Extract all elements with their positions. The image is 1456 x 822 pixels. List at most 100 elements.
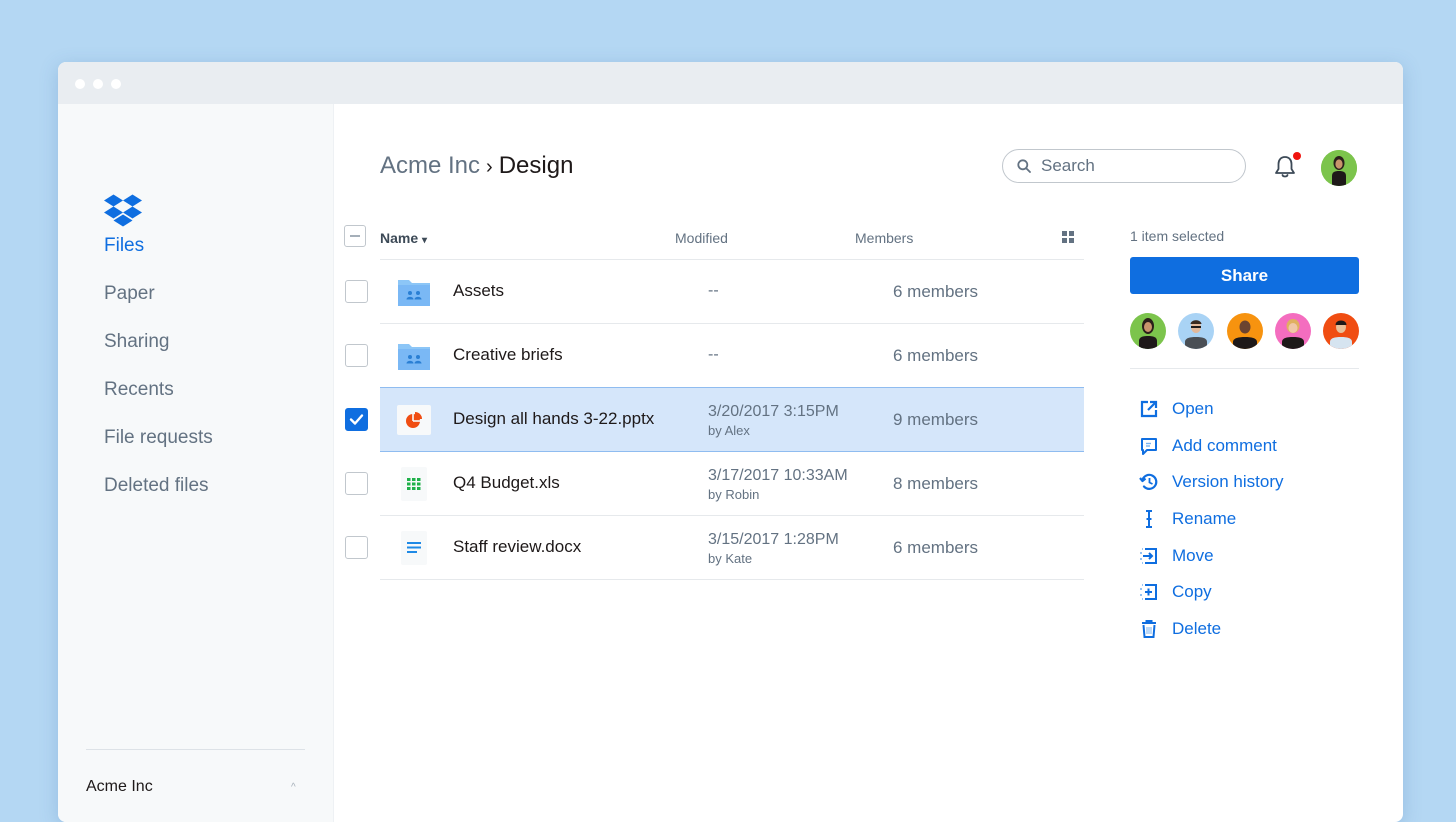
action-label: Version history bbox=[1172, 472, 1284, 492]
search-box[interactable] bbox=[1002, 149, 1246, 183]
member-avatars bbox=[1130, 313, 1359, 349]
notification-badge bbox=[1293, 152, 1301, 160]
file-name[interactable]: Q4 Budget.xls bbox=[453, 473, 560, 493]
comment-icon bbox=[1141, 437, 1157, 455]
members-count: 6 members bbox=[893, 538, 979, 557]
person-avatar-icon bbox=[1178, 313, 1215, 349]
table-row[interactable]: Creative briefs -- 6 members bbox=[345, 324, 1084, 388]
file-name[interactable]: Assets bbox=[453, 281, 504, 301]
modified-by: by Alex bbox=[708, 423, 750, 438]
shared-folder-icon bbox=[398, 280, 430, 306]
window-minimize-button[interactable] bbox=[93, 79, 103, 89]
action-rename[interactable]: Rename bbox=[1130, 501, 1359, 538]
column-header-members[interactable]: Members bbox=[855, 230, 913, 246]
share-button[interactable]: Share bbox=[1130, 257, 1359, 294]
trash-icon bbox=[1142, 619, 1156, 638]
modified-date: 3/17/2017 10:33AM bbox=[708, 467, 848, 484]
sidebar-item-deleted-files[interactable]: Deleted files bbox=[104, 462, 213, 510]
select-all-checkbox[interactable] bbox=[344, 225, 366, 247]
sidebar-nav: Files Paper Sharing Recents File request… bbox=[104, 222, 213, 510]
modified-date: 3/15/2017 1:28PM bbox=[708, 531, 839, 548]
sort-caret-icon: ▾ bbox=[422, 235, 428, 246]
row-checkbox-checked[interactable] bbox=[345, 408, 368, 431]
file-name[interactable]: Creative briefs bbox=[453, 345, 563, 365]
action-version-history[interactable]: Version history bbox=[1130, 464, 1359, 501]
sidebar-item-files[interactable]: Files bbox=[104, 222, 213, 270]
person-avatar-icon bbox=[1274, 313, 1311, 349]
table-row[interactable]: Staff review.docx 3/15/2017 1:28PM by Ka… bbox=[345, 516, 1084, 580]
action-copy[interactable]: Copy bbox=[1130, 574, 1359, 611]
table-row[interactable]: Q4 Budget.xls 3/17/2017 10:33AM by Robin… bbox=[345, 452, 1084, 516]
main-content: Acme Inc › Design Search Name ▾ Modified… bbox=[334, 104, 1403, 822]
chevron-up-icon[interactable]: ^ bbox=[291, 782, 296, 793]
window-close-button[interactable] bbox=[75, 79, 85, 89]
breadcrumb-current: Design bbox=[498, 152, 574, 179]
table-header: Name ▾ Modified Members bbox=[344, 219, 1084, 260]
action-add-comment[interactable]: Add comment bbox=[1130, 428, 1359, 465]
members-count: 8 members bbox=[893, 474, 979, 493]
row-checkbox[interactable] bbox=[345, 280, 368, 303]
breadcrumb: Acme Inc › Design bbox=[380, 152, 573, 180]
file-table: Name ▾ Modified Members Assets -- 6 memb… bbox=[344, 219, 1084, 580]
person-avatar-icon bbox=[1130, 313, 1166, 349]
action-move[interactable]: Move bbox=[1130, 537, 1359, 574]
app-window: Files Paper Sharing Recents File request… bbox=[58, 62, 1403, 822]
action-label: Rename bbox=[1172, 509, 1237, 529]
column-name-label: Name bbox=[380, 230, 419, 246]
modified-by: by Kate bbox=[708, 551, 753, 566]
row-checkbox[interactable] bbox=[345, 344, 368, 367]
title-bar bbox=[58, 62, 1403, 104]
window-maximize-button[interactable] bbox=[111, 79, 121, 89]
row-checkbox[interactable] bbox=[345, 472, 368, 495]
table-row-selected[interactable]: Design all hands 3-22.pptx 3/20/2017 3:1… bbox=[345, 387, 1084, 452]
shared-folder-icon bbox=[398, 344, 430, 370]
copy-icon bbox=[1140, 584, 1157, 601]
person-avatar-icon bbox=[1323, 313, 1359, 349]
member-avatar[interactable] bbox=[1274, 313, 1311, 349]
sidebar-item-sharing[interactable]: Sharing bbox=[104, 318, 213, 366]
presentation-file-icon bbox=[397, 405, 431, 435]
member-avatar[interactable] bbox=[1323, 313, 1359, 349]
column-header-name[interactable]: Name ▾ bbox=[380, 230, 427, 246]
member-avatar[interactable] bbox=[1226, 313, 1263, 349]
members-count: 6 members bbox=[893, 346, 979, 365]
sidebar-divider bbox=[86, 749, 305, 750]
file-name[interactable]: Design all hands 3-22.pptx bbox=[453, 409, 654, 429]
open-external-icon bbox=[1140, 401, 1158, 418]
search-input[interactable] bbox=[1039, 155, 1223, 177]
action-label: Copy bbox=[1172, 582, 1212, 602]
sidebar-item-paper[interactable]: Paper bbox=[104, 270, 213, 318]
breadcrumb-parent[interactable]: Acme Inc bbox=[380, 152, 480, 179]
action-label: Open bbox=[1172, 399, 1214, 419]
action-delete[interactable]: Delete bbox=[1130, 611, 1359, 648]
action-open[interactable]: Open bbox=[1130, 391, 1359, 428]
action-label: Move bbox=[1172, 545, 1214, 565]
details-panel: 1 item selected Share Open Add comment V… bbox=[1130, 228, 1359, 647]
team-switcher[interactable]: Acme Inc bbox=[86, 778, 153, 796]
row-checkbox[interactable] bbox=[345, 536, 368, 559]
search-icon bbox=[1017, 159, 1031, 173]
modified-by: by Robin bbox=[708, 487, 760, 502]
panel-divider bbox=[1130, 368, 1359, 369]
member-avatar[interactable] bbox=[1178, 313, 1215, 349]
sidebar: Files Paper Sharing Recents File request… bbox=[58, 104, 334, 822]
document-file-icon bbox=[401, 531, 427, 565]
breadcrumb-separator: › bbox=[486, 156, 493, 178]
table-row[interactable]: Assets -- 6 members bbox=[345, 260, 1084, 324]
modified-date: -- bbox=[708, 346, 719, 363]
member-avatar[interactable] bbox=[1130, 313, 1166, 349]
modified-date: -- bbox=[708, 282, 719, 299]
user-avatar[interactable] bbox=[1321, 150, 1357, 186]
sidebar-item-recents[interactable]: Recents bbox=[104, 366, 213, 414]
modified-date: 3/20/2017 3:15PM bbox=[708, 403, 839, 420]
checkmark-icon bbox=[349, 414, 364, 425]
sidebar-item-file-requests[interactable]: File requests bbox=[104, 414, 213, 462]
file-name[interactable]: Staff review.docx bbox=[453, 537, 581, 557]
members-count: 9 members bbox=[893, 410, 979, 429]
move-icon bbox=[1140, 547, 1157, 564]
history-icon bbox=[1139, 474, 1158, 491]
action-label: Delete bbox=[1172, 618, 1222, 638]
file-actions: Open Add comment Version history Rename … bbox=[1130, 391, 1359, 647]
grid-view-icon[interactable] bbox=[1062, 231, 1074, 243]
column-header-modified[interactable]: Modified bbox=[675, 230, 728, 246]
